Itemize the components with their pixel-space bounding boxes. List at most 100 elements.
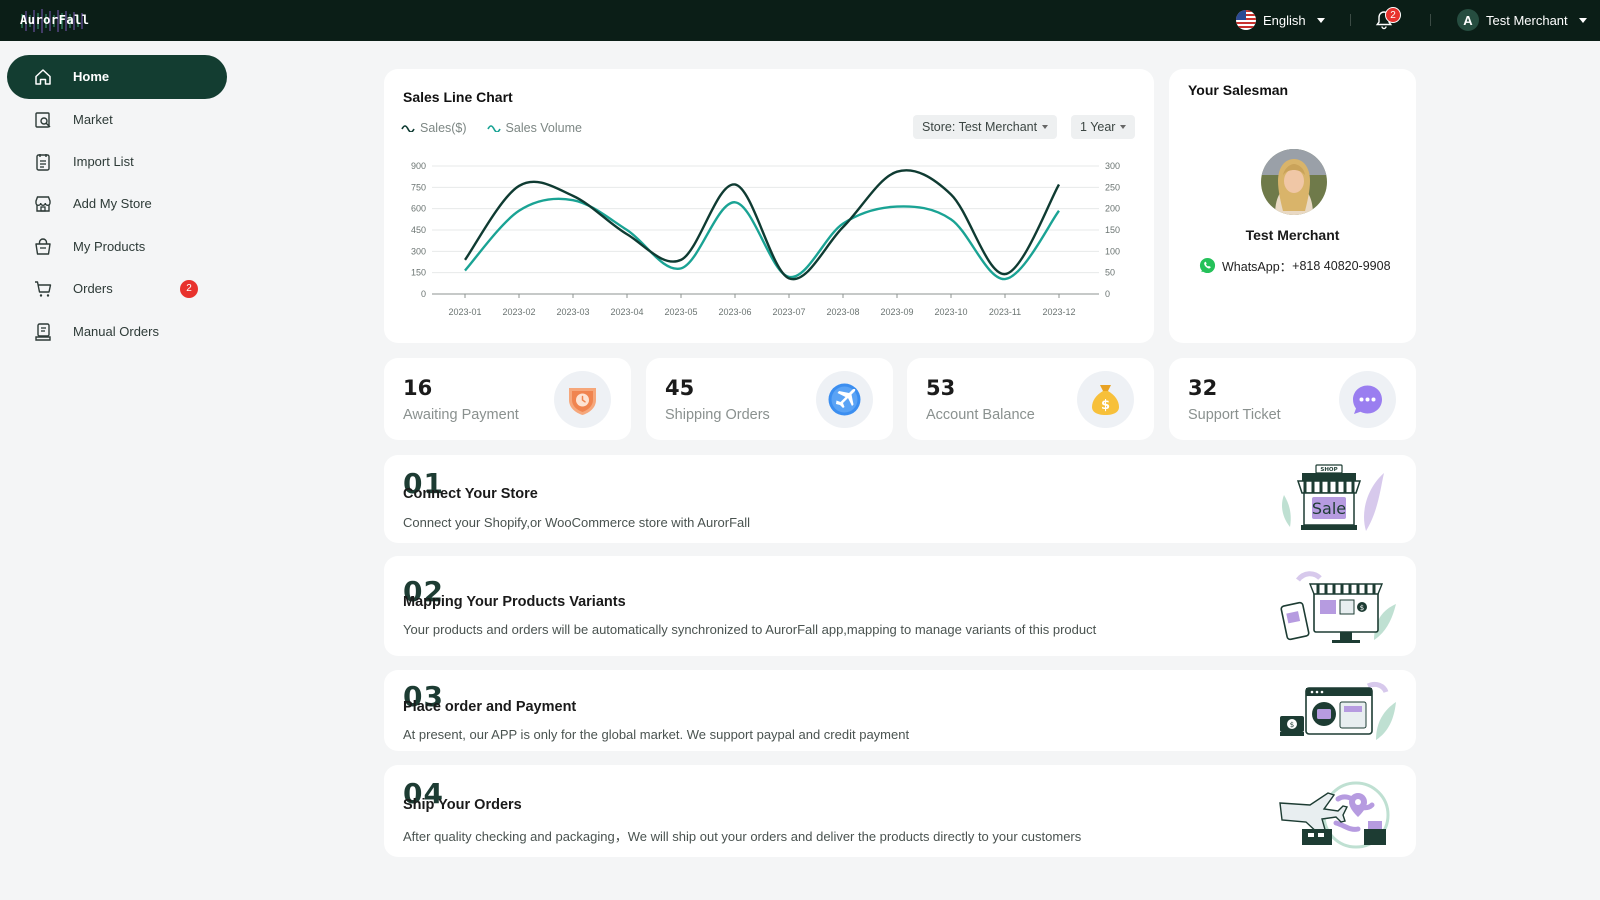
x-tick-label: 2023-11 [989,307,1021,317]
salesman-name: Test Merchant [1245,227,1340,243]
legend-label: Sales Volume [505,121,582,135]
x-tick-label: 2023-08 [826,307,859,317]
x-tick-label: 2023-02 [502,307,535,317]
store-icon [35,196,51,212]
period-filter-label: 1 Year [1080,120,1116,134]
user-menu[interactable]: A Test Merchant [1457,9,1587,31]
salesman-avatar [1261,149,1327,215]
chevron-down-icon [1316,17,1325,23]
logo-text: AurorFall [20,13,90,27]
user-name: Test Merchant [1486,12,1568,28]
step-description: Connect your Shopify,or WooCommerce stor… [403,515,751,530]
sales-chart-card: Sales Line Chart Sales($) Sales Volume S… [384,69,1154,343]
y-tick-label-right: 150 [1105,225,1120,235]
language-label: English [1263,12,1306,28]
step-title: Connect Your Store [403,486,538,502]
step-description: Your products and orders will be automat… [403,622,1097,637]
whatsapp-number: +818 40820-9908 [1292,258,1391,273]
sidebar-item-label: Import List [73,154,134,169]
shop-sale-icon: SHOP Sale [1282,464,1384,531]
divider [1350,14,1351,26]
list-icon [36,154,50,171]
y-tick-label-left: 900 [411,161,426,171]
y-tick-label-left: 750 [411,182,426,192]
sidebar-item-import-list[interactable]: Import List [7,140,227,184]
sidebar-item-manual-orders[interactable]: Manual Orders [7,310,227,354]
y-tick-label-right: 200 [1105,204,1120,214]
stat-value: 32 [1188,376,1218,400]
step-description: At present, our APP is only for the glob… [403,727,910,742]
sidebar-item-label: Add My Store [73,196,152,211]
whatsapp-icon [1199,257,1216,274]
x-tick-label: 2023-03 [556,307,589,317]
chevron-down-icon [1042,125,1049,129]
chart-title: Sales Line Chart [403,89,513,105]
x-tick-label: 2023-04 [610,307,643,317]
series-line-sales-volume [464,197,1060,281]
x-tick-label: 2023-10 [934,307,967,317]
y-tick-label-left: 0 [421,289,426,299]
period-filter-dropdown[interactable]: 1 Year [1071,115,1136,139]
chevron-down-icon [1578,17,1587,23]
step-card-ship-orders: 04 Ship Your Orders After quality checki… [384,765,1416,857]
y-tick-label-left: 600 [411,204,426,214]
cart-icon [35,281,52,297]
sidebar-item-market[interactable]: Market [7,98,227,142]
sidebar-item-label: Home [73,69,110,84]
sidebar-item-add-my-store[interactable]: Add My Store [7,182,227,226]
home-icon [35,69,51,85]
stat-label: Shipping Orders [665,407,770,423]
y-tick-label-right: 100 [1105,246,1120,256]
x-tick-label: 2023-06 [718,307,751,317]
step-title: Place order and Payment [403,699,577,715]
x-tick-label: 2023-01 [448,307,481,317]
step-card-place-order: 03 Place order and Payment At present, o… [384,670,1416,751]
store-filter-label: Store: Test Merchant [922,120,1038,134]
stat-label: Account Balance [926,407,1035,423]
store-filter-dropdown[interactable]: Store: Test Merchant [913,115,1058,139]
x-tick-label: 2023-05 [664,307,697,317]
svg-text:$: $ [1101,398,1110,413]
sidebar-item-label: Orders [73,281,113,296]
y-tick-label-right: 0 [1105,289,1110,299]
stat-account-balance[interactable]: 53 Account Balance $ [907,358,1154,440]
money-bag-icon: $ [1077,371,1134,428]
sidebar-item-label: Market [73,112,113,127]
stat-value: 45 [665,376,695,400]
sidebar-item-my-products[interactable]: My Products [7,225,227,269]
stat-value: 16 [403,376,433,400]
stat-label: Awaiting Payment [403,407,519,423]
legend-label: Sales($) [420,121,467,135]
stat-support-ticket[interactable]: 32 Support Ticket [1169,358,1416,440]
y-tick-label-right: 250 [1105,182,1120,192]
svg-text:$: $ [1290,721,1294,729]
step-card-mapping-variants: 02 Mapping Your Products Variants Your p… [384,556,1416,656]
sidebar-item-orders[interactable]: Orders 2 [7,267,227,311]
whatsapp-label: WhatsApp： [1222,260,1293,274]
divider [1430,14,1431,26]
language-selector[interactable]: English [1236,10,1325,30]
clock-shield-icon [554,371,611,428]
salesman-whatsapp[interactable]: WhatsApp： +818 40820-9908 [1199,256,1391,275]
legend-item-sales[interactable]: Sales($) [401,121,467,135]
salesman-title: Your Salesman [1188,82,1289,98]
sidebar-item-label: Manual Orders [73,324,159,339]
step-title: Ship Your Orders [403,797,522,813]
sales-line-chart: 0 150 300 450 600 750 900 0 50 100 150 200 250 300 202… [411,161,1120,317]
sidebar: Home Market Import List Add My Store My … [0,41,240,900]
x-tick-label: 2023-12 [1042,307,1075,317]
stat-awaiting-payment[interactable]: 16 Awaiting Payment [384,358,631,440]
market-search-icon [35,112,51,128]
sidebar-item-home[interactable]: Home [7,55,227,99]
chat-bubble-icon [1339,371,1396,428]
basket-icon [35,238,51,255]
stat-shipping-orders[interactable]: 45 Shipping Orders [646,358,893,440]
step-card-connect-store: 01 Connect Your Store Connect your Shopi… [384,455,1416,543]
top-bar: AurorFall English 2 A Test Merchant [0,0,1600,41]
shipping-globe-icon [1279,781,1390,849]
legend-item-sales-volume[interactable]: Sales Volume [486,121,582,135]
x-tick-label: 2023-09 [880,307,913,317]
sale-sign-text: Sale [1312,499,1346,518]
salesman-card: Your Salesman Test Merchant WhatsApp： +81… [1169,69,1416,343]
stat-label: Support Ticket [1188,407,1281,423]
